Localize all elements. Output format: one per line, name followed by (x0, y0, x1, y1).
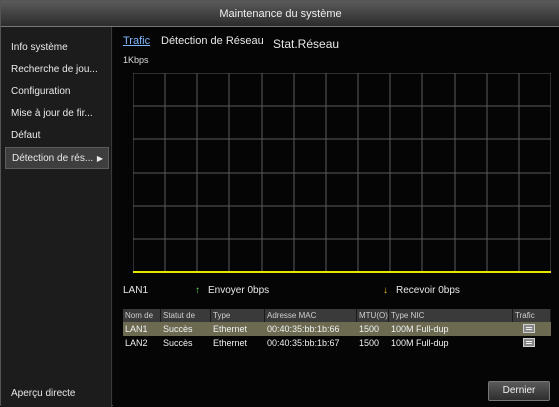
legend-receive: ↓ Recevoir 0bps (383, 285, 460, 296)
legend-send: ↑ Envoyer 0bps (195, 285, 269, 296)
col-header-mtu: MTU(O) (359, 309, 389, 322)
tab-network-detection[interactable]: Détection de Réseau (161, 35, 264, 47)
cell-mtu: 1500 (359, 338, 380, 348)
col-header-name: Nom de (123, 309, 161, 322)
network-interface-table: Nom de Statut de Type Adresse MAC MTU(O)… (123, 309, 551, 350)
col-header-traffic: Trafic (513, 309, 551, 322)
cell-name: LAN2 (125, 338, 148, 348)
sidebar-item-default[interactable]: Défaut (5, 125, 109, 147)
col-header-status: Statut de (161, 309, 211, 322)
table-header: Nom de Statut de Type Adresse MAC MTU(O)… (123, 309, 551, 322)
main-content: Trafic Détection de Réseau Stat.Réseau 1… (113, 27, 559, 407)
sidebar-item-log-search[interactable]: Recherche de jou... (5, 59, 109, 81)
traffic-chart-icon[interactable] (523, 324, 535, 333)
sidebar-item-firmware-update[interactable]: Mise à jour de fir... (5, 103, 109, 125)
legend-interface: LAN1 (123, 285, 149, 296)
cell-status: Succès (163, 338, 193, 348)
cell-traffic (513, 336, 551, 350)
cell-nic-type: 100M Full-dup (391, 338, 449, 348)
cell-type: Ethernet (213, 338, 248, 348)
cell-traffic (513, 322, 551, 336)
window-title: Maintenance du système (1, 1, 559, 27)
graph-rate-label: 1Kbps (123, 55, 149, 65)
legend-send-label: Envoyer 0bps (208, 285, 270, 296)
sidebar-item-configuration[interactable]: Configuration (5, 81, 109, 103)
col-header-type: Type (211, 309, 265, 322)
sidebar-item-label: Détection de rés... (12, 153, 94, 164)
legend-receive-label: Recevoir 0bps (396, 285, 460, 296)
table-row[interactable]: LAN1 Succès Ethernet 00:40:35:bb:1b:66 1… (123, 322, 551, 336)
cell-name: LAN1 (125, 324, 148, 334)
cell-status: Succès (163, 324, 193, 334)
tab-network-stat[interactable]: Stat.Réseau (273, 37, 339, 51)
cell-nic-type: 100M Full-dup (391, 324, 449, 334)
upload-arrow-icon: ↑ (195, 285, 200, 296)
traffic-graph (133, 73, 551, 273)
back-button[interactable]: Dernier (488, 381, 550, 401)
table-row[interactable]: LAN2 Succès Ethernet 00:40:35:bb:1b:67 1… (123, 336, 551, 350)
app-window: Maintenance du système Info système Rech… (0, 0, 559, 407)
col-header-mac: Adresse MAC (265, 309, 357, 322)
col-header-nic-type: Type NIC (389, 309, 513, 322)
cell-mac: 00:40:35:bb:1b:66 (267, 324, 340, 334)
cell-type: Ethernet (213, 324, 248, 334)
traffic-chart-icon[interactable] (523, 338, 535, 347)
tab-traffic[interactable]: Trafic (123, 35, 150, 47)
chevron-right-icon: ▶ (96, 154, 103, 163)
sidebar: Info système Recherche de jou... Configu… (1, 27, 112, 407)
sidebar-item-system-info[interactable]: Info système (5, 37, 109, 59)
live-view-link[interactable]: Aperçu directe (11, 388, 75, 399)
sidebar-item-network-detection[interactable]: Détection de rés... ▶ (5, 147, 109, 169)
download-arrow-icon: ↓ (383, 285, 388, 296)
cell-mac: 00:40:35:bb:1b:67 (267, 338, 340, 348)
cell-mtu: 1500 (359, 324, 380, 334)
